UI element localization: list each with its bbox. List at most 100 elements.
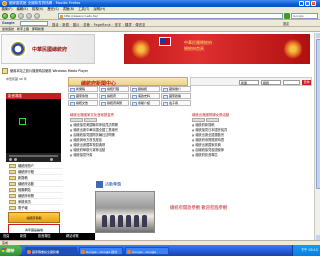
quick-link[interactable]: 總統文告 (68, 100, 98, 106)
menu-history[interactable]: 歷史(S) (47, 7, 58, 11)
site-title: 中華民國總統府 (32, 47, 68, 53)
scroll-up-icon[interactable] (315, 33, 320, 38)
quick-link[interactable]: 電子報 (161, 100, 191, 106)
menu-item-icon (9, 206, 16, 210)
google-search-input[interactable] (20, 21, 48, 26)
quick-link[interactable]: 憲政史料 (130, 93, 160, 99)
google-settings-button[interactable]: 設定 (283, 21, 313, 26)
reload-icon[interactable] (18, 13, 24, 19)
system-clock[interactable]: 下午 09:15 (292, 245, 320, 256)
site-logo-banner[interactable]: 中華民國總統府 (1, 34, 95, 64)
photo-caption[interactable]: 總統府開放參觀 歡迎蒞臨參觀 (170, 205, 227, 211)
banner-text: 中華民國總統府 總統府首頁 (184, 40, 212, 51)
page-tab[interactable]: 影音專區 (38, 234, 51, 239)
menu-item-icon (9, 164, 16, 168)
bookmark-item[interactable]: 即時新聞 (32, 27, 44, 31)
plugin-notice[interactable]: 使用本站之影片播放時請使用 Windows Media Player (2, 68, 88, 74)
site-search-button[interactable]: 查詢 (302, 80, 311, 85)
quick-link[interactable]: 參觀介紹 (130, 100, 160, 106)
link-icon (101, 87, 106, 92)
person-figure (134, 215, 139, 227)
quick-link[interactable]: 國家象徵 (68, 93, 98, 99)
menu-bookmarks[interactable]: 書籤(B) (63, 7, 74, 11)
quick-link[interactable]: 副總統 (130, 86, 160, 92)
quick-link[interactable]: 國家政策 (161, 93, 191, 99)
news-tab[interactable] (206, 118, 219, 122)
start-button[interactable]: 開始 (0, 245, 22, 256)
link-icon (132, 94, 137, 99)
person-figure (102, 215, 107, 227)
left-menu-item[interactable]: 電子報 (8, 205, 63, 211)
play-icon[interactable] (9, 157, 12, 161)
address-bar[interactable]: http://www.ncl.edu.tw/ (58, 13, 283, 19)
page-tab[interactable]: 新聞 (20, 234, 26, 239)
menu-item-icon (9, 170, 16, 174)
menu-item-icon (9, 194, 16, 198)
vertical-scrollbar[interactable] (314, 33, 320, 240)
news-list-left: 總統出席國家文化藝術基金會 總統接見美國聯邦參議員訪問團 總統出席中華民國全國工… (70, 113, 190, 158)
quick-link[interactable]: 總統行程 (99, 86, 129, 92)
quick-link[interactable]: 國情簡介 (161, 86, 191, 92)
page-tab[interactable]: 首頁 (3, 234, 9, 239)
stop-video-icon[interactable] (14, 157, 17, 161)
keyword-input[interactable] (283, 80, 300, 85)
date-text: 中華民國 98 年 (6, 77, 27, 81)
quick-link[interactable]: 新聞稿 (68, 86, 98, 92)
go-button[interactable] (284, 13, 290, 19)
back-icon[interactable] (2, 13, 8, 19)
national-seal-icon (9, 40, 27, 58)
scroll-thumb[interactable] (315, 39, 320, 189)
stop-icon[interactable] (26, 13, 32, 19)
person-figure (126, 215, 131, 227)
bookmarks-bar: 最常造訪 新手上路 即時新聞 (0, 27, 320, 32)
link-icon (132, 101, 137, 106)
menu-view[interactable]: 檢視(V) (32, 7, 43, 11)
menu-item-icon (9, 188, 16, 192)
news-list-right: 總統出席國際婦女節活動 總統府新聞稿 總統接見日本國會議員 總統出席全國運動會 … (192, 113, 310, 158)
person-figure (118, 215, 123, 227)
minimize-icon[interactable]: _ (299, 1, 304, 6)
header-banner: 中華民國總統府 總統府首頁 (124, 34, 310, 64)
section-title: 活動專題 (96, 181, 156, 188)
site-favicon-icon (60, 14, 63, 18)
news-item[interactable]: 總統接見外賓 (70, 153, 190, 158)
search-input[interactable]: Google (291, 13, 318, 19)
page-tab[interactable]: 網站導覽 (66, 234, 79, 239)
news-item[interactable]: 總統府影音專區 (192, 153, 310, 158)
volume-icon[interactable] (50, 157, 53, 161)
link-icon (163, 87, 168, 92)
category-select[interactable]: 新聞 (239, 80, 259, 85)
close-icon[interactable]: × (311, 1, 316, 6)
maximize-icon[interactable]: □ (305, 1, 310, 6)
news-tab[interactable] (70, 118, 83, 122)
quick-link[interactable]: 總統府 (99, 93, 129, 99)
window-titlebar: 國家圖書館 全國新書資訊網 - Mozilla Firefox _ □ × (0, 0, 320, 7)
google-tools[interactable]: 搜尋 · 新聞 · 圖片 · 書籤 · PageRank · 查字 · 翻譯 ·… (52, 22, 146, 27)
menu-help[interactable]: 說明(H) (94, 7, 106, 11)
event-photo[interactable] (95, 191, 155, 233)
link-icon (101, 94, 106, 99)
quick-link[interactable]: 總統府導覽 (99, 100, 129, 106)
menu-file[interactable]: 檔案(F) (2, 7, 13, 11)
home-icon[interactable] (34, 13, 40, 19)
news-tab[interactable] (192, 118, 205, 122)
taskbar-window[interactable]: Google - Google (125, 246, 169, 255)
field-select[interactable]: 標題 (261, 80, 281, 85)
news-tab[interactable] (84, 118, 97, 122)
menu-edit[interactable]: 編輯(E) (17, 7, 28, 11)
firefox-icon (81, 249, 85, 254)
firefox-icon (127, 249, 131, 254)
forward-icon[interactable] (10, 13, 16, 19)
video-focus-box (19, 118, 26, 125)
taskbar-window[interactable]: Google - Google 搜尋 (79, 246, 123, 255)
bookmark-item[interactable]: 最常造訪 (2, 27, 14, 31)
left-promo-banner[interactable]: 總統府參觀 (8, 212, 60, 223)
bookmark-item[interactable]: 新手上路 (17, 27, 29, 31)
lantern-icon (132, 38, 150, 60)
taskbar-window[interactable]: 國家圖書館全國新書 (25, 246, 77, 255)
firefox-icon (27, 249, 31, 254)
video-player[interactable] (6, 99, 61, 153)
link-icon (132, 87, 137, 92)
menu-tools[interactable]: 工具(T) (78, 7, 89, 11)
video-seek-bar[interactable] (9, 155, 58, 157)
